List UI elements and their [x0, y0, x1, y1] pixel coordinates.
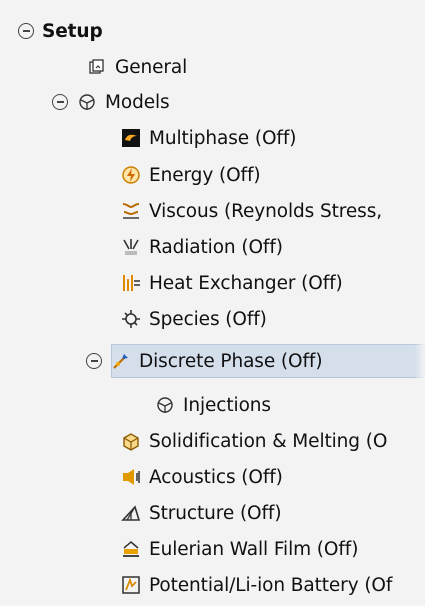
- viscous-icon: [120, 201, 141, 222]
- tree-item-eulerian-wall-film[interactable]: Eulerian Wall Film (Off): [120, 534, 358, 564]
- tree-item-battery[interactable]: Potential/Li-ion Battery (Of: [120, 570, 392, 600]
- tree-label-structure: Structure (Off): [149, 502, 282, 524]
- tree-item-structure[interactable]: Structure (Off): [120, 498, 282, 528]
- tree-label-general: General: [115, 56, 188, 78]
- tree-label-radiation: Radiation (Off): [149, 236, 283, 258]
- tree-label-battery: Potential/Li-ion Battery (Of: [149, 574, 393, 596]
- tree-item-discrete-phase[interactable]: Discrete Phase (Off): [86, 346, 323, 376]
- outline-tree: Setup General Models Multiphase (Off) En…: [0, 0, 425, 606]
- collapse-models-icon[interactable]: [52, 94, 68, 110]
- tree-label-species: Species (Off): [149, 308, 267, 330]
- tree-label-injections: Injections: [183, 394, 271, 416]
- tree-label-acoustics: Acoustics (Off): [149, 466, 283, 488]
- tree-item-radiation[interactable]: Radiation (Off): [120, 232, 283, 262]
- acoustics-icon: [120, 467, 141, 488]
- tree-item-setup[interactable]: Setup: [18, 16, 103, 46]
- structure-icon: [120, 503, 141, 524]
- collapse-discrete-phase-icon[interactable]: [86, 353, 102, 369]
- tree-label-models: Models: [105, 91, 170, 113]
- tree-label-viscous: Viscous (Reynolds Stress,: [149, 200, 383, 222]
- models-icon: [76, 92, 97, 113]
- species-icon: [120, 309, 141, 330]
- tree-item-acoustics[interactable]: Acoustics (Off): [120, 462, 283, 492]
- radiation-icon: [120, 237, 141, 258]
- general-icon: [86, 57, 107, 78]
- tree-label-heat-exchanger: Heat Exchanger (Off): [149, 272, 343, 294]
- collapse-setup-icon[interactable]: [18, 23, 34, 39]
- right-edge-fade: [415, 0, 425, 606]
- tree-label-solidification: Solidification & Melting (O: [149, 430, 388, 452]
- tree-item-viscous[interactable]: Viscous (Reynolds Stress,: [120, 196, 382, 226]
- tree-item-energy[interactable]: Energy (Off): [120, 160, 261, 190]
- tree-item-species[interactable]: Species (Off): [120, 304, 267, 334]
- discrete-phase-icon: [110, 351, 131, 372]
- tree-label-energy: Energy (Off): [149, 164, 261, 186]
- solidification-icon: [120, 431, 141, 452]
- tree-item-models[interactable]: Models: [52, 87, 170, 117]
- eulerian-wall-film-icon: [120, 539, 141, 560]
- battery-icon: [120, 575, 141, 596]
- energy-icon: [120, 165, 141, 186]
- tree-label-multiphase: Multiphase (Off): [149, 127, 297, 149]
- tree-item-heat-exchanger[interactable]: Heat Exchanger (Off): [120, 268, 343, 298]
- tree-label-eulerian-wall-film: Eulerian Wall Film (Off): [149, 538, 359, 560]
- tree-label-discrete-phase: Discrete Phase (Off): [139, 350, 323, 372]
- heat-exchanger-icon: [120, 273, 141, 294]
- injections-icon: [154, 395, 175, 416]
- tree-item-solidification[interactable]: Solidification & Melting (O: [120, 426, 387, 456]
- tree-item-injections[interactable]: Injections: [154, 390, 271, 420]
- tree-item-multiphase[interactable]: Multiphase (Off): [120, 123, 296, 153]
- multiphase-icon: [120, 128, 141, 149]
- tree-item-general[interactable]: General: [86, 52, 187, 82]
- tree-label-setup: Setup: [42, 20, 103, 42]
